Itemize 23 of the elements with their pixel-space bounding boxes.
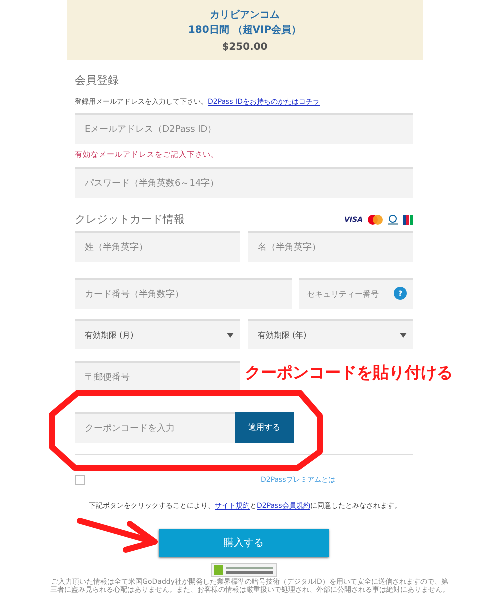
apply-button[interactable]: 適用する — [235, 412, 294, 443]
section-heading: クレジットカード情報 — [75, 212, 185, 227]
site-name: カリビアンコム — [210, 8, 280, 22]
password-field[interactable]: パスワード（半角英数6～14字） — [75, 167, 413, 198]
diners-logo — [387, 214, 399, 224]
coupon-field[interactable]: クーポンコードを入力 — [75, 412, 235, 443]
plan-term: 180日間 （超VIP会員） — [188, 24, 302, 36]
section-heading: 会員登録 — [75, 73, 120, 88]
email-field[interactable]: Eメールアドレス（D2Pass ID） — [75, 113, 413, 144]
caret-icon — [227, 332, 234, 338]
first-name-field[interactable]: 名（半角英字） — [248, 231, 413, 262]
expiry-year-select[interactable]: 有効期限 (年) — [248, 319, 413, 349]
caret-icon — [400, 332, 407, 338]
card-number-field[interactable]: カード番号（半角数字） — [75, 278, 292, 309]
plan-price: $250.00 — [222, 42, 268, 52]
expiry-month-select[interactable]: 有効期限 (月) — [75, 319, 240, 349]
jcb-logo — [403, 214, 413, 224]
annotation-text: クーポンコードを貼り付ける — [245, 363, 453, 384]
postal-code-field[interactable]: 〒郵便番号 — [75, 361, 240, 392]
premium-checkbox[interactable] — [75, 475, 85, 485]
mastercard-logo — [368, 214, 383, 224]
secured-badge — [211, 563, 277, 577]
last-name-field[interactable]: 姓（半角英字） — [75, 231, 240, 262]
